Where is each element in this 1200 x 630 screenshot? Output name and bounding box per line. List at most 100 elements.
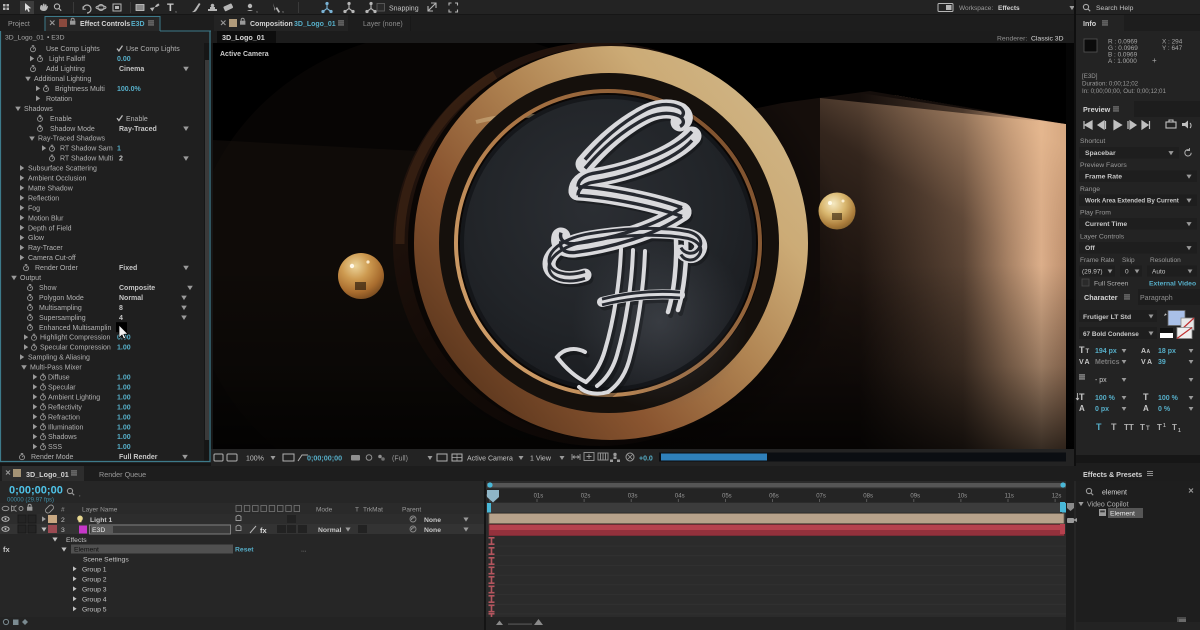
svg-text:Enable: Enable: [126, 116, 148, 123]
svg-text:Camera Cut-off: Camera Cut-off: [28, 255, 76, 262]
svg-text:1.00: 1.00: [117, 404, 131, 411]
svg-text:1.00: 1.00: [117, 414, 131, 421]
svg-text:Cinema: Cinema: [119, 66, 144, 73]
svg-text:Subsurface Scattering: Subsurface Scattering: [28, 166, 97, 173]
svg-text:1: 1: [117, 146, 121, 153]
svg-text:Normal: Normal: [119, 295, 143, 302]
svg-text:- px: - px: [1095, 377, 1107, 384]
svg-text:Work Area Extended By Current: Work Area Extended By Current: [1085, 198, 1179, 205]
svg-text:SSS: SSS: [48, 444, 62, 451]
svg-text:100 %: 100 %: [1158, 395, 1179, 402]
svg-text:T: T: [1079, 392, 1085, 402]
svg-text:T: T: [1079, 345, 1085, 355]
svg-text:element: element: [1102, 490, 1127, 497]
svg-text:Additional Lighting: Additional Lighting: [34, 76, 91, 83]
svg-text:Use Comp Lights: Use Comp Lights: [126, 46, 180, 53]
svg-text:1.00: 1.00: [117, 375, 131, 382]
svg-text:...: ...: [301, 547, 307, 554]
svg-text:3: 3: [61, 527, 65, 534]
svg-text:A: A: [1141, 348, 1146, 355]
svg-text:0: 0: [1125, 269, 1129, 276]
svg-text:Shortcut: Shortcut: [1080, 138, 1105, 145]
svg-text:T: T: [1086, 349, 1090, 355]
svg-text:1 View: 1 View: [530, 456, 552, 463]
svg-text:Paragraph: Paragraph: [1140, 295, 1173, 302]
svg-text:0 px: 0 px: [1095, 406, 1109, 413]
svg-text:Full Render: Full Render: [119, 454, 158, 461]
svg-text:A: A: [1079, 404, 1085, 413]
svg-text:Classic 3D: Classic 3D: [1031, 36, 1064, 43]
svg-text:Info: Info: [1083, 19, 1097, 28]
svg-text:None: None: [424, 527, 441, 534]
svg-text:#: #: [61, 507, 65, 514]
svg-text:Spacebar: Spacebar: [1085, 150, 1116, 157]
svg-text:External Video: External Video: [1149, 281, 1196, 288]
svg-text:08s: 08s: [863, 494, 873, 500]
svg-text:2: 2: [119, 156, 123, 163]
svg-text:Project: Project: [8, 21, 30, 28]
svg-text:E3D: E3D: [92, 527, 105, 534]
svg-text:A : 1.0000: A : 1.0000: [1108, 58, 1137, 65]
svg-text:8: 8: [119, 305, 123, 312]
svg-text:10s: 10s: [958, 494, 968, 500]
svg-text:None: None: [424, 517, 441, 524]
svg-text:100%: 100%: [246, 456, 264, 463]
svg-text:[E3D]: [E3D]: [1082, 73, 1098, 80]
svg-text:Shadows: Shadows: [24, 106, 53, 113]
svg-text:Resolution: Resolution: [1150, 257, 1181, 264]
svg-text:V: V: [1141, 359, 1146, 366]
svg-text:Brightness Multi: Brightness Multi: [55, 86, 105, 93]
svg-text:T: T: [1111, 422, 1117, 432]
svg-text:Group 5: Group 5: [82, 607, 107, 614]
svg-text:Parent: Parent: [402, 507, 421, 514]
svg-text:Layer Controls: Layer Controls: [1080, 234, 1125, 241]
svg-text:T: T: [1143, 392, 1149, 402]
svg-text:T: T: [1140, 423, 1145, 432]
svg-text:Rotation: Rotation: [46, 96, 72, 103]
svg-text:Workspace:: Workspace:: [959, 5, 993, 12]
svg-text:2: 2: [61, 517, 65, 524]
svg-text:Video Copilot: Video Copilot: [1087, 502, 1129, 509]
svg-text:Highlight Compression: Highlight Compression: [40, 335, 111, 342]
svg-text:18 px: 18 px: [1158, 348, 1176, 355]
svg-text:Multisampling: Multisampling: [39, 305, 82, 312]
svg-text:Ray-Tracer: Ray-Tracer: [28, 245, 63, 252]
svg-text:Mode: Mode: [316, 507, 333, 514]
svg-text:11s: 11s: [1005, 494, 1014, 500]
svg-text:Search Help: Search Help: [1096, 5, 1134, 12]
svg-text:RT Shadow Multi: RT Shadow Multi: [60, 156, 113, 163]
svg-text:V: V: [1079, 359, 1084, 366]
svg-text:Renderer:: Renderer:: [997, 36, 1027, 43]
svg-text:Enhanced Multisamplin: Enhanced Multisamplin: [39, 325, 111, 332]
svg-text:100 %: 100 %: [1095, 395, 1116, 402]
svg-text:Depth of Field: Depth of Field: [28, 225, 72, 232]
svg-text:4: 4: [119, 315, 123, 322]
svg-text:1.00: 1.00: [117, 394, 131, 401]
svg-text:Diffuse: Diffuse: [48, 375, 70, 382]
svg-text:0;00;00;00: 0;00;00;00: [307, 454, 342, 463]
svg-text:Frutiger LT Std: Frutiger LT Std: [1083, 314, 1131, 321]
svg-text:A: A: [1143, 404, 1149, 413]
svg-text:Frame Rate: Frame Rate: [1080, 257, 1115, 264]
svg-text:T: T: [167, 2, 174, 14]
svg-text:Group 1: Group 1: [82, 567, 107, 574]
svg-text:,: ,: [256, 7, 258, 14]
svg-text:Multi-Pass Mixer: Multi-Pass Mixer: [30, 365, 82, 372]
svg-text:Output: Output: [20, 275, 41, 282]
svg-text:A: A: [1085, 359, 1090, 366]
svg-text:Effects: Effects: [998, 5, 1020, 12]
svg-text:Effect Controls: Effect Controls: [80, 21, 130, 28]
svg-text:Reset: Reset: [235, 547, 254, 554]
svg-text:39: 39: [1158, 359, 1166, 366]
svg-text:Element: Element: [74, 547, 99, 554]
svg-text:0 %: 0 %: [1158, 406, 1171, 413]
svg-text:Active Camera: Active Camera: [220, 51, 269, 58]
svg-text:Show: Show: [39, 285, 57, 292]
svg-text:Ambient Occlusion: Ambient Occlusion: [28, 176, 86, 183]
svg-text:09s: 09s: [910, 494, 920, 500]
svg-text:E3D: E3D: [131, 21, 145, 28]
svg-text:(29.97): (29.97): [1082, 269, 1103, 276]
svg-text:12s: 12s: [1052, 494, 1062, 500]
svg-text:67 Bold Condense: 67 Bold Condense: [1083, 331, 1139, 338]
svg-text:Layer (none): Layer (none): [363, 21, 403, 28]
